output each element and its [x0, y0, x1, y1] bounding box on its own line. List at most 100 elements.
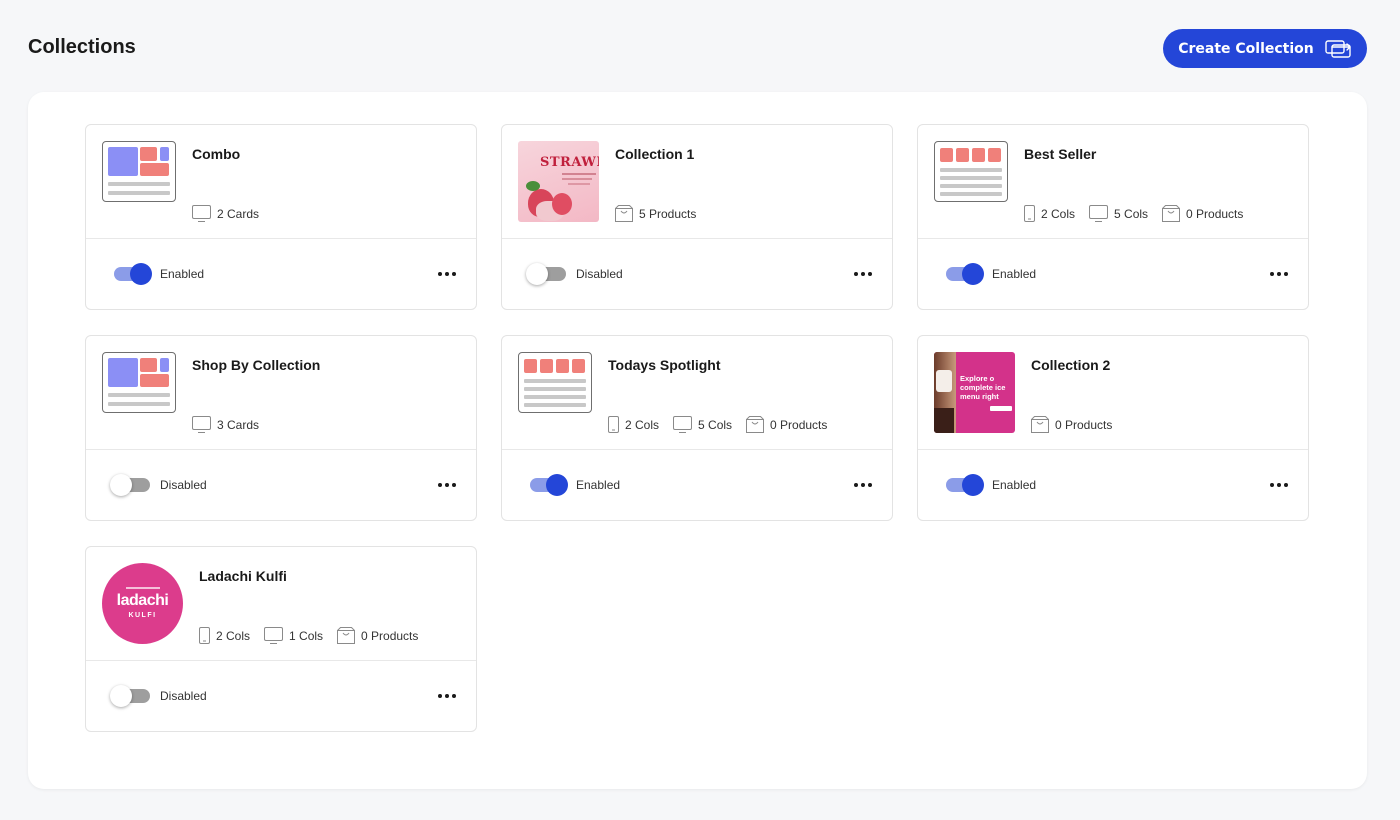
- more-dot-icon: [1270, 272, 1274, 276]
- meta-label: 0 Products: [1186, 206, 1244, 221]
- more-dot-icon: [854, 483, 858, 487]
- meta-item: 2 Cols: [1024, 205, 1075, 222]
- toggle-knob: [546, 474, 568, 496]
- more-dot-icon: [868, 483, 872, 487]
- toggle-knob: [526, 263, 548, 285]
- meta-label: 2 Cards: [217, 206, 260, 221]
- meta-item: 1 Cols: [264, 627, 323, 644]
- meta-label: 2 Cols: [1041, 206, 1076, 221]
- status-toggle[interactable]: [946, 263, 984, 285]
- meta-item: 2 Cards: [192, 205, 259, 222]
- more-dot-icon: [854, 272, 858, 276]
- card-body: Todays Spotlight 2 Cols 5 Cols 0 Products: [502, 336, 892, 450]
- collection-meta: 3 Cards: [192, 416, 259, 433]
- more-dot-icon: [445, 694, 449, 698]
- collection-card[interactable]: STRAWBE Collection 1 5 Products Disabled: [501, 124, 893, 310]
- card-body: ladachi KULFI Ladachi Kulfi 2 Cols 1 Cols 0 P…: [86, 547, 476, 661]
- meta-label: 5 Cols: [1114, 206, 1149, 221]
- bag-icon: [615, 205, 633, 222]
- more-options-button[interactable]: [1268, 265, 1290, 283]
- status-label: Enabled: [992, 478, 1037, 492]
- meta-item: 3 Cards: [192, 416, 259, 433]
- status-toggle[interactable]: [526, 263, 566, 285]
- meta-label: 3 Cards: [217, 417, 260, 432]
- status-toggle[interactable]: [110, 474, 150, 496]
- meta-item: 0 Products: [1031, 416, 1112, 433]
- more-dot-icon: [861, 483, 865, 487]
- more-options-button[interactable]: [436, 265, 458, 283]
- icecream-banner-image: Explore o complete ice menu right: [934, 352, 1015, 433]
- meta-item: 0 Products: [337, 627, 418, 644]
- more-options-button[interactable]: [436, 476, 458, 494]
- collection-card[interactable]: Best Seller 2 Cols 5 Cols 0 Products Enabled: [917, 124, 1309, 310]
- collection-card[interactable]: Shop By Collection 3 Cards Disabled: [85, 335, 477, 521]
- status-toggle[interactable]: [114, 263, 152, 285]
- more-dot-icon: [1277, 483, 1281, 487]
- meta-item: 2 Cols: [199, 627, 250, 644]
- collection-add-icon: [1325, 39, 1351, 58]
- card-body: STRAWBE Collection 1 5 Products: [502, 125, 892, 239]
- collection-meta: 2 Cols 5 Cols 0 Products: [1024, 205, 1243, 222]
- meta-label: 2 Cols: [625, 417, 660, 432]
- status-toggle[interactable]: [530, 474, 568, 496]
- bag-icon: [337, 627, 356, 644]
- toggle-knob: [130, 263, 152, 285]
- desktop-icon: [264, 627, 284, 644]
- collection-meta: 5 Products: [615, 205, 696, 222]
- kulfi-logo-text: KULFI: [128, 612, 157, 619]
- create-collection-button[interactable]: Create Collection: [1163, 29, 1367, 68]
- meta-label: 1 Cols: [289, 628, 324, 643]
- more-options-button[interactable]: [852, 476, 874, 494]
- more-options-button[interactable]: [852, 265, 874, 283]
- collection-title: Combo: [192, 146, 241, 162]
- more-dot-icon: [438, 272, 442, 276]
- layout-cards-icon: [102, 352, 176, 413]
- more-dot-icon: [452, 272, 456, 276]
- meta-item: 5 Cols: [673, 416, 732, 433]
- mobile-icon: [608, 416, 619, 433]
- meta-item: 0 Products: [1162, 205, 1243, 222]
- more-dot-icon: [438, 694, 442, 698]
- desktop-icon: [192, 416, 211, 433]
- toggle-knob: [962, 263, 984, 285]
- desktop-icon: [192, 205, 211, 222]
- banner-text: Explore o complete ice menu right: [960, 374, 1006, 401]
- page-title: Collections: [28, 36, 136, 58]
- bag-icon: [746, 416, 765, 433]
- collection-title: Shop By Collection: [192, 357, 321, 373]
- meta-label: 5 Products: [639, 206, 697, 221]
- ladachi-logo-text: ladachi: [116, 592, 169, 609]
- collection-card[interactable]: Todays Spotlight 2 Cols 5 Cols 0 Products En…: [501, 335, 893, 521]
- more-dot-icon: [452, 694, 456, 698]
- collection-title: Ladachi Kulfi: [199, 568, 287, 584]
- card-body: Explore o complete ice menu right Collect…: [918, 336, 1308, 450]
- strawberry-heading: STRAWBE: [540, 155, 599, 170]
- layout-grid-icon: [934, 141, 1008, 202]
- meta-label: 0 Products: [1055, 417, 1113, 432]
- collection-card[interactable]: Combo 2 Cards Enabled: [85, 124, 477, 310]
- status-label: Enabled: [160, 267, 205, 281]
- ladachi-logo: ladachi KULFI: [102, 563, 183, 644]
- more-dot-icon: [438, 483, 442, 487]
- card-body: Combo 2 Cards: [86, 125, 476, 239]
- more-dot-icon: [1284, 272, 1288, 276]
- more-dot-icon: [861, 272, 865, 276]
- mobile-icon: [1024, 205, 1035, 222]
- more-dot-icon: [1270, 483, 1274, 487]
- collection-card[interactable]: ladachi KULFI Ladachi Kulfi 2 Cols 1 Cols 0 P…: [85, 546, 477, 732]
- collection-title: Collection 2: [1031, 357, 1111, 373]
- collection-title: Best Seller: [1024, 146, 1097, 162]
- collection-title: Todays Spotlight: [608, 357, 721, 373]
- more-options-button[interactable]: [436, 687, 458, 705]
- meta-item: 0 Products: [746, 416, 827, 433]
- collection-card[interactable]: Explore o complete ice menu right Collect…: [917, 335, 1309, 521]
- status-toggle[interactable]: [110, 685, 150, 707]
- more-options-button[interactable]: [1268, 476, 1290, 494]
- collection-meta: 2 Cards: [192, 205, 259, 222]
- toggle-knob: [110, 685, 132, 707]
- create-collection-label: Create Collection: [1178, 40, 1314, 57]
- meta-label: 0 Products: [770, 417, 828, 432]
- card-body: Shop By Collection 3 Cards: [86, 336, 476, 450]
- status-toggle[interactable]: [946, 474, 984, 496]
- strawberry-image: STRAWBE: [518, 141, 599, 222]
